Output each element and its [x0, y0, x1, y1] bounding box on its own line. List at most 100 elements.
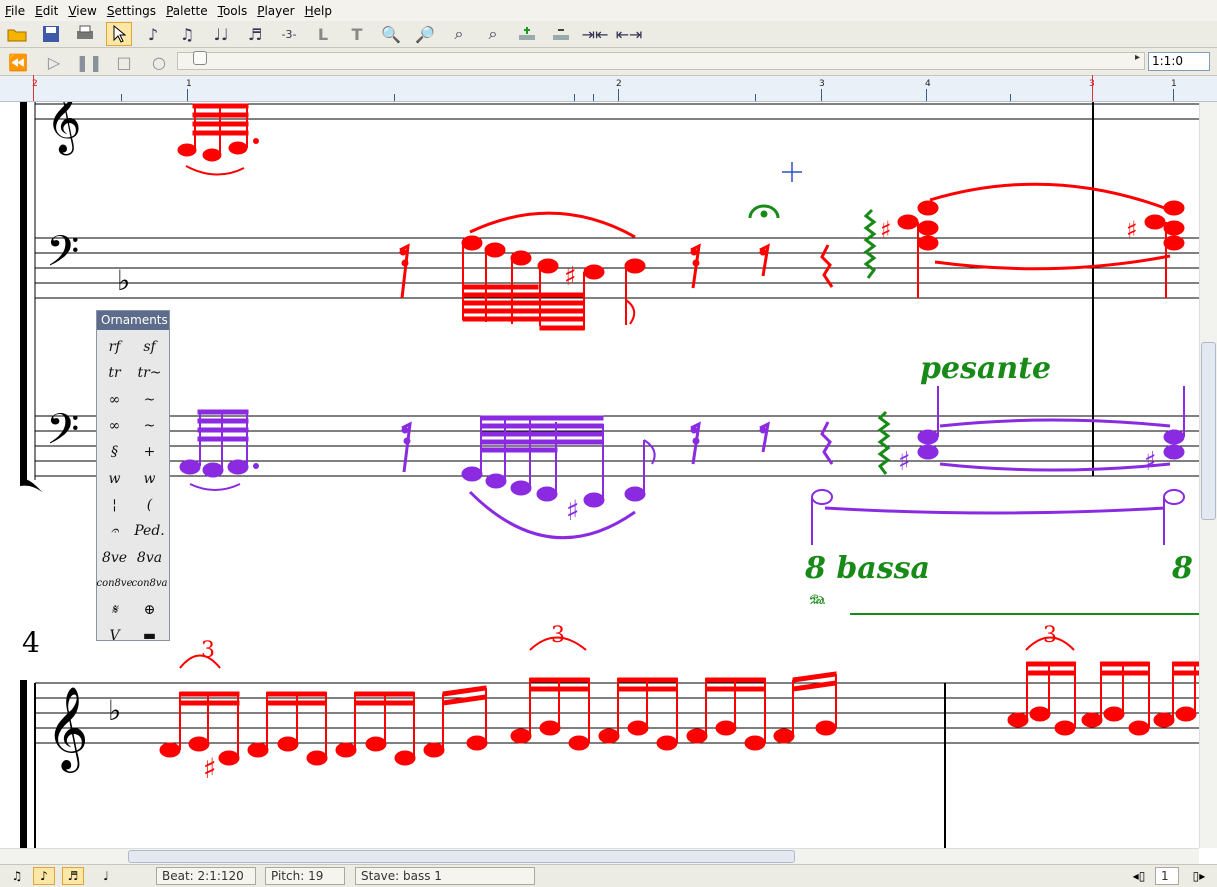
beamed-triplet-icon[interactable]: ♬ [242, 22, 268, 46]
prev-page-icon[interactable]: ◂▯ [1128, 867, 1150, 885]
menu-bar: File Edit View Settings Palette Tools Pl… [0, 0, 1217, 21]
ruler-label: 4 [925, 79, 931, 89]
ruler-label: 3 [819, 79, 825, 89]
pause-icon[interactable]: ❚❚ [76, 51, 103, 73]
pedal-icon[interactable]: Ped. [132, 518, 167, 544]
l-tool-icon[interactable]: L [310, 22, 336, 46]
svg-text:♯: ♯ [564, 262, 577, 292]
down-bow-icon[interactable]: ▬ [132, 623, 167, 649]
svg-text:♯: ♯ [880, 216, 892, 244]
record-icon[interactable]: ○ [147, 51, 171, 73]
stop-icon[interactable]: □ [112, 51, 136, 73]
piano-input-icon[interactable]: ♬ [62, 867, 84, 885]
vertical-turn-icon[interactable]: § [97, 439, 132, 465]
svg-text:𝄢: 𝄢 [46, 405, 79, 465]
arpeggio-icon[interactable]: ¦ [97, 492, 132, 518]
wave-short-icon[interactable]: ~ [132, 413, 167, 439]
palette-title[interactable]: Ornaments [97, 311, 169, 330]
8ve-icon[interactable]: 8ve [97, 544, 132, 570]
svg-text:𝄢: 𝄢 [46, 227, 79, 287]
coda-icon[interactable]: ⊕ [132, 597, 167, 623]
time-ruler: 2 1 2 3 4 3 1 [0, 75, 1217, 102]
svg-text:♯: ♯ [898, 447, 911, 477]
position-slider-thumb[interactable] [193, 51, 207, 65]
audio-icon[interactable]: ♫ [6, 867, 28, 885]
measure-number: 4 [22, 626, 40, 659]
mordent-icon[interactable]: w [97, 465, 132, 491]
note-input-icon[interactable]: ♪ [33, 867, 55, 885]
select-arrow-icon[interactable] [106, 22, 132, 46]
con8va-icon[interactable]: con8va [131, 571, 167, 597]
zoom-out-icon[interactable]: 🔎 [412, 22, 438, 46]
con8ve-icon[interactable]: con8ve [97, 571, 133, 597]
slider-end-arrow-icon: ▸ [1135, 52, 1141, 63]
expand-icon[interactable]: ⇤⇥ [616, 22, 643, 46]
wave-icon[interactable]: ~ [132, 387, 167, 413]
position-slider[interactable] [177, 52, 1145, 70]
open-folder-icon[interactable] [4, 22, 30, 46]
vertical-scroll-thumb[interactable] [1201, 342, 1216, 520]
ornaments-palette: Ornaments rf sf tr tr~ ∞ ~ ∞ ~ § + w w ¦… [96, 310, 170, 644]
trill-extended-icon[interactable]: tr~ [132, 360, 167, 386]
menu-edit[interactable]: Edit [30, 4, 63, 18]
svg-text:♯: ♯ [1144, 447, 1157, 477]
breath-icon[interactable]: ( [132, 492, 167, 518]
trill-icon[interactable]: tr [97, 360, 132, 386]
play-icon[interactable]: ▷ [42, 51, 66, 73]
position-field[interactable]: 1:1:0 [1148, 52, 1210, 71]
horizontal-scroll-thumb[interactable] [128, 850, 795, 863]
treble-clef-icon: 𝄞 [46, 102, 81, 155]
triplet-icon[interactable]: -3- [276, 22, 302, 46]
turn-slash-icon[interactable]: + [132, 439, 167, 465]
next-page-icon[interactable]: ▯▸ [1188, 867, 1210, 885]
8va-icon[interactable]: 8va [132, 544, 167, 570]
remove-staff-icon[interactable] [548, 22, 574, 46]
8-bassa-marking: 8 bassa [804, 551, 930, 586]
rinforzando-icon[interactable]: rf [97, 334, 132, 360]
text-tool-icon[interactable]: T [344, 22, 370, 46]
pitch-field: Pitch: 19 [265, 867, 345, 885]
menu-file[interactable]: File [0, 4, 30, 18]
horizontal-scrollbar[interactable] [0, 848, 1199, 864]
print-icon[interactable] [72, 22, 98, 46]
status-bar: ♫ ♪ ♬ ♩ Beat: 2:1:120 Pitch: 19 Stave: b… [0, 864, 1217, 887]
zoom-page-icon[interactable]: ⌕ [480, 22, 506, 46]
svg-text:♯: ♯ [1126, 216, 1138, 244]
svg-text:♭: ♭ [108, 694, 121, 727]
eighth-note-icon[interactable]: ♪ [140, 22, 166, 46]
add-staff-icon[interactable] [514, 22, 540, 46]
svg-text:♯: ♯ [566, 494, 580, 527]
page-field[interactable]: 1 [1155, 867, 1179, 885]
playback-bar: ⏪ ▷ ❚❚ □ ○ ▸ [0, 48, 1217, 76]
vertical-scrollbar[interactable] [1199, 102, 1217, 848]
main-toolbar: ♪ ♫ ♩♩ ♬ -3- L T 🔍 🔎 ⌕ ⌕ ⇥⇤ ⇤⇥ [0, 21, 1217, 48]
score-canvas[interactable]: 𝄞 𝄢 ♭ 𝄢 ♯ ♯ ♯ pesante 8 bassa 8 𝆮 ♯ ♯ ♯ … [0, 102, 1199, 848]
triplet-marker: 3 [201, 638, 215, 663]
zoom-fit-icon[interactable]: ⌕ [446, 22, 472, 46]
menu-tools[interactable]: Tools [213, 4, 253, 18]
inverted-mordent-icon[interactable]: w [132, 465, 167, 491]
duration-icon[interactable]: ♩ [95, 867, 117, 885]
shrink-icon[interactable]: ⇥⇤ [582, 22, 609, 46]
inverted-turn-icon[interactable]: ∞ [97, 413, 132, 439]
turn-icon[interactable]: ∞ [97, 387, 132, 413]
save-icon[interactable] [38, 22, 64, 46]
zoom-in-icon[interactable]: 🔍 [378, 22, 404, 46]
rewind-icon[interactable]: ⏪ [6, 51, 30, 73]
ruler-label: 1 [186, 79, 192, 89]
triplet-marker: 3 [551, 623, 565, 648]
svg-text:♯: ♯ [203, 752, 217, 785]
segno-icon[interactable]: 𝄋 [97, 597, 132, 623]
sforzando-icon[interactable]: sf [132, 334, 167, 360]
beamed-eighths-icon[interactable]: ♫ [174, 22, 200, 46]
menu-settings[interactable]: Settings [102, 4, 161, 18]
fermata-icon[interactable]: 𝄐 [97, 518, 132, 544]
up-bow-icon[interactable]: V [97, 623, 132, 649]
menu-palette[interactable]: Palette [161, 4, 213, 18]
ruler-label: 1 [1171, 79, 1177, 89]
menu-help[interactable]: Help [300, 4, 337, 18]
menu-view[interactable]: View [63, 4, 101, 18]
8-bassa-marking-right: 8 [1171, 551, 1193, 586]
menu-player[interactable]: Player [252, 4, 299, 18]
beamed-quarters-icon[interactable]: ♩♩ [208, 22, 234, 46]
